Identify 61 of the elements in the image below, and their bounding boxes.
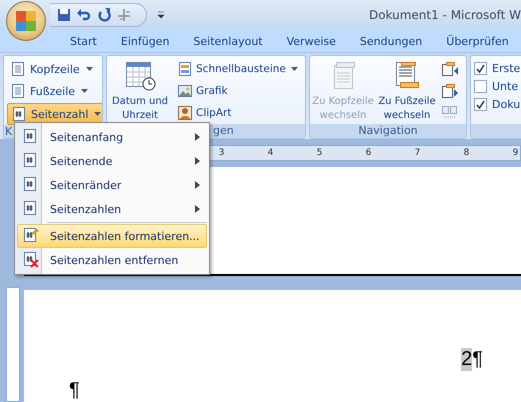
paragraph-mark: ¶ [68,379,81,402]
checkbox-label: Erste [492,62,520,75]
ribbon-tab[interactable]: Start [58,34,109,48]
image-icon [177,83,193,99]
page-icon [10,61,26,77]
clipart-icon [177,105,193,121]
menu-item[interactable]: Seitenanfang [17,125,207,149]
menu-item[interactable]: Seitenränder [17,173,207,197]
ruler-number: 6 [364,148,372,158]
ribbon-button[interactable]: Schnellbausteine [174,59,301,79]
ruler-number: 5 [316,148,324,158]
checkbox[interactable] [474,98,487,111]
page-left-arrow-icon [441,61,459,77]
redo-icon [96,7,112,23]
group-label-bar [471,124,521,138]
ruler-number: 7 [414,148,422,158]
menu-item[interactable]: Seitenende [17,149,207,173]
save-icon [56,7,72,23]
customize-arrow-icon [157,11,165,19]
ribbon-button[interactable]: Datum und Uhrzeit [110,59,170,124]
ruler-number: 8 [462,148,470,158]
ribbon-tab[interactable]: Sendungen [348,34,434,48]
ribbon-button[interactable]: Grafik [174,81,301,101]
ribbon-tab[interactable]: Einfügen [108,34,182,48]
check-icon [476,64,485,73]
next-section-button[interactable] [441,83,459,99]
ribbon-button[interactable]: ClipArt [174,103,301,123]
undo-icon [76,7,92,23]
checkbox-label: Doku [492,98,520,111]
checkbox[interactable] [474,62,487,75]
ruler-number: 4 [266,148,274,158]
menu-item[interactable]: Seitenzahlen formatieren... [17,224,207,248]
format-page-number-icon [22,227,40,245]
page-icon [10,83,26,99]
office-button[interactable] [6,1,46,41]
blocks-icon [177,61,193,77]
calendar-clock-icon [124,59,156,91]
checkbox[interactable] [474,80,487,93]
window-title: Dokument1 - Microsoft W [368,8,521,22]
paragraph-mark: ¶ [472,348,483,371]
ribbon-tab[interactable]: Seitenlayout [181,34,275,48]
menu-item[interactable]: Seitenzahlen [17,197,207,221]
check-icon [476,100,485,109]
menu-item[interactable]: Seitenzahlen entfernen [17,248,207,272]
ribbon-button[interactable]: Fußzeile [7,81,102,101]
group-label: gen [213,124,234,137]
office-logo-icon [14,9,38,33]
table-icon [116,7,132,23]
checkbox-label: Unte [492,80,518,93]
ribbon-button[interactable]: Kopfzeile [7,59,102,79]
ribbon-button[interactable]: Zu Fußzeile wechseln [377,59,437,124]
remove-page-number-icon [22,251,40,269]
ribbon-tab[interactable]: Überprüfen [434,34,521,48]
group-label: K [5,125,12,138]
group-label: Navigation [358,124,418,137]
previous-section-button[interactable] [441,61,459,77]
ruler-number: 3 [218,148,226,158]
page-number-field: 2 [461,348,472,371]
ribbon-tab[interactable]: Verweise [274,34,348,48]
page-right-arrow-icon [441,83,459,99]
ruler-number: 9 [512,148,520,158]
